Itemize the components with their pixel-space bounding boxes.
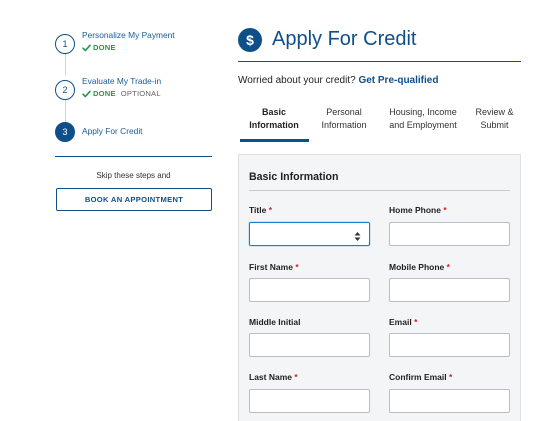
tab-label-line1: Personal bbox=[326, 107, 362, 117]
tab-basic-information[interactable]: Basic Information bbox=[238, 106, 310, 132]
tab-review-submit[interactable]: Review & Submit bbox=[468, 106, 521, 132]
step-title[interactable]: Evaluate My Trade-in bbox=[82, 76, 161, 86]
done-label: DONE bbox=[93, 43, 116, 52]
title-divider bbox=[238, 61, 521, 62]
step-status: DONE bbox=[82, 43, 116, 52]
worried-text: Worried about your credit? bbox=[238, 75, 356, 86]
tab-label-line1: Review & bbox=[475, 107, 514, 117]
home-phone-input[interactable] bbox=[389, 222, 510, 246]
tab-label-line2: Submit bbox=[480, 120, 509, 130]
prequalify-prompt: Worried about your credit? Get Pre-quali… bbox=[238, 75, 438, 86]
tab-label-line2: Information bbox=[321, 120, 367, 130]
sidebar-divider bbox=[55, 156, 212, 157]
title-label: Title * bbox=[249, 205, 273, 215]
get-prequalified-link[interactable]: Get Pre-qualified bbox=[358, 75, 438, 86]
step-apply-for-credit[interactable]: 3 Apply For Credit bbox=[55, 122, 213, 168]
optional-label: OPTIONAL bbox=[120, 89, 161, 98]
tab-label-line2: and Employment bbox=[389, 120, 457, 130]
page-title: Apply For Credit bbox=[272, 28, 417, 50]
book-appointment-button[interactable]: BOOK AN APPOINTMENT bbox=[56, 188, 212, 211]
required-marker: * bbox=[294, 372, 298, 382]
check-icon bbox=[82, 44, 91, 52]
skip-steps-text: Skip these steps and bbox=[96, 171, 171, 180]
step-title[interactable]: Personalize My Payment bbox=[82, 30, 175, 40]
step-evaluate-trade-in[interactable]: 2 Evaluate My Trade-in DONE OPTIONAL bbox=[55, 76, 213, 122]
tab-label-line1: Housing, Income bbox=[389, 107, 457, 117]
section-title: Basic Information bbox=[249, 171, 339, 183]
step-number-circle: 1 bbox=[55, 34, 75, 54]
email-label: Email * bbox=[389, 317, 418, 327]
step-title[interactable]: Apply For Credit bbox=[82, 126, 143, 136]
required-marker: * bbox=[446, 262, 450, 272]
title-select[interactable] bbox=[249, 222, 370, 246]
required-marker: * bbox=[268, 205, 273, 215]
last-name-input[interactable] bbox=[249, 389, 370, 413]
tab-label-line1: Basic bbox=[261, 107, 287, 117]
mobile-phone-input[interactable] bbox=[389, 278, 510, 302]
first-name-input[interactable] bbox=[249, 278, 370, 302]
done-label: DONE bbox=[93, 89, 116, 98]
confirm-email-input[interactable] bbox=[389, 389, 510, 413]
confirm-email-label: Confirm Email * bbox=[389, 372, 453, 382]
step-number-circle-active: 3 bbox=[55, 122, 75, 142]
required-marker: * bbox=[449, 372, 453, 382]
first-name-label: First Name * bbox=[249, 262, 299, 272]
step-number-circle: 2 bbox=[55, 80, 75, 100]
middle-initial-label: Middle Initial bbox=[249, 317, 301, 327]
step-personalize-payment[interactable]: 1 Personalize My Payment DONE bbox=[55, 30, 213, 76]
active-tab-indicator bbox=[240, 139, 309, 142]
home-phone-label: Home Phone * bbox=[389, 205, 447, 215]
section-divider bbox=[249, 190, 510, 191]
tab-label-line2: Information bbox=[249, 120, 299, 130]
email-input[interactable] bbox=[389, 333, 510, 357]
check-icon bbox=[82, 90, 91, 98]
step-status: DONE OPTIONAL bbox=[82, 89, 161, 98]
mobile-phone-label: Mobile Phone * bbox=[389, 262, 450, 272]
form-tabs: Basic Information Personal Information H… bbox=[238, 106, 521, 143]
last-name-label: Last Name * bbox=[249, 372, 298, 382]
tab-housing-income-employment[interactable]: Housing, Income and Employment bbox=[380, 106, 466, 132]
required-marker: * bbox=[443, 205, 447, 215]
middle-initial-input[interactable] bbox=[249, 333, 370, 357]
progress-stepper: 1 Personalize My Payment DONE 2 Evaluate… bbox=[55, 30, 213, 168]
select-arrows-icon bbox=[354, 229, 361, 247]
dollar-icon: $ bbox=[238, 28, 262, 52]
tab-personal-information[interactable]: Personal Information bbox=[312, 106, 376, 132]
required-marker: * bbox=[414, 317, 418, 327]
required-marker: * bbox=[295, 262, 299, 272]
